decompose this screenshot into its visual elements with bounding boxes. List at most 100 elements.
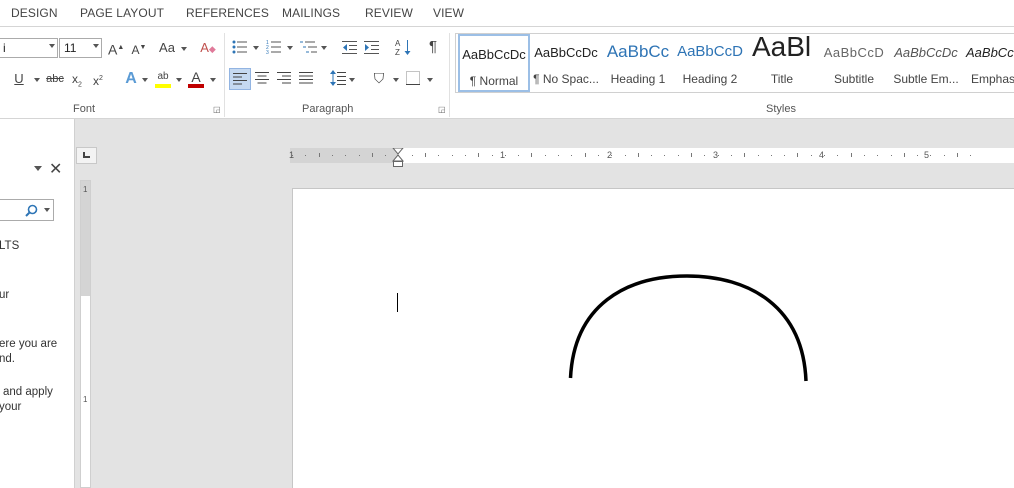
style-heading-2[interactable]: AaBbCcD Heading 2: [674, 34, 746, 92]
ruler-tick: [837, 155, 839, 156]
shading-icon[interactable]: ⛉: [370, 68, 388, 88]
align-center-icon[interactable]: [255, 72, 269, 84]
show-formatting-marks-icon[interactable]: ¶: [426, 37, 440, 57]
style-name: ¶ No Spac...: [533, 72, 599, 86]
align-right-icon[interactable]: [277, 72, 291, 84]
style-preview: AaBbCcDc: [462, 47, 526, 62]
borders-icon[interactable]: [406, 71, 420, 85]
grow-font-icon[interactable]: A▲: [108, 38, 124, 58]
tab-selector-button[interactable]: [76, 147, 97, 164]
svg-text:A: A: [395, 39, 401, 48]
style-name: Subtle Em...: [893, 72, 959, 86]
chevron-down-icon[interactable]: [349, 78, 355, 82]
style-name: Emphas: [971, 72, 1014, 86]
word-window: DESIGN PAGE LAYOUT REFERENCES MAILINGS R…: [0, 0, 1014, 488]
superscript-icon[interactable]: x2: [91, 69, 105, 89]
ruler-margin: [81, 181, 90, 296]
style-title[interactable]: AaBl Title: [746, 34, 818, 92]
chevron-down-icon[interactable]: [181, 47, 187, 51]
chevron-down-icon[interactable]: [321, 46, 327, 50]
ruler-tick: [757, 155, 759, 156]
clear-formatting-icon[interactable]: A◆: [199, 38, 217, 58]
decrease-indent-icon[interactable]: [342, 40, 358, 54]
ruler-tick: [890, 155, 892, 156]
ruler-tick: [438, 155, 440, 156]
indent-marker-icon[interactable]: [392, 148, 404, 168]
style-preview: AaBbCcD: [677, 43, 743, 60]
group-divider: [449, 33, 450, 117]
ruler-tick: [464, 155, 466, 156]
bullets-icon[interactable]: [232, 40, 248, 54]
tab-mailings[interactable]: MAILINGS: [282, 6, 340, 20]
subscript-icon[interactable]: x2: [70, 69, 84, 89]
shrink-font-icon[interactable]: A▼: [131, 38, 147, 58]
arc-shape[interactable]: [560, 265, 820, 390]
align-left-button[interactable]: [229, 68, 251, 90]
chevron-down-icon[interactable]: [210, 78, 216, 82]
ruler-tick: [903, 153, 905, 157]
font-size-combo[interactable]: 11: [59, 38, 102, 58]
search-input[interactable]: [0, 199, 54, 221]
style-heading-1[interactable]: AaBbCc Heading 1: [602, 34, 674, 92]
close-icon[interactable]: ✕: [49, 159, 62, 179]
dialog-launcher-icon[interactable]: ◲: [213, 106, 221, 114]
chevron-down-icon[interactable]: [34, 78, 40, 82]
pane-options-icon[interactable]: [34, 166, 42, 171]
style-preview: AaBbCcDc: [894, 45, 958, 60]
chevron-down-icon[interactable]: [44, 208, 50, 212]
tab-page-layout[interactable]: PAGE LAYOUT: [80, 6, 164, 20]
nav-text-line: ere you are: [0, 338, 58, 350]
ruler-tick: [504, 155, 506, 156]
style-preview: AaBbCc: [606, 42, 670, 61]
style-emphasis[interactable]: AaBbCc Emphas: [962, 34, 1014, 92]
ruler-tick: [637, 153, 639, 157]
ruler-tick: [451, 155, 453, 156]
multilevel-list-icon[interactable]: [300, 40, 318, 54]
bold-icon[interactable]: [0, 69, 8, 89]
tab-review[interactable]: REVIEW: [365, 6, 413, 20]
tab-view[interactable]: VIEW: [433, 6, 464, 20]
ruler-tick: [518, 155, 520, 156]
style-subtle-emphasis[interactable]: AaBbCcDc Subtle Em...: [890, 34, 962, 92]
text-effects-icon[interactable]: A: [123, 69, 139, 89]
chevron-down-icon[interactable]: [427, 78, 433, 82]
change-case-icon[interactable]: Aa: [157, 38, 177, 58]
dialog-launcher-icon[interactable]: ◲: [438, 106, 446, 114]
ruler-tick: [597, 155, 599, 156]
style-normal[interactable]: AaBbCcDc ¶ Normal: [458, 34, 530, 92]
numbering-icon[interactable]: 1 2 3: [266, 40, 282, 54]
chevron-down-icon[interactable]: [253, 46, 259, 50]
underline-icon[interactable]: U: [12, 69, 26, 89]
font-name-combo[interactable]: i: [0, 38, 58, 58]
chevron-down-icon[interactable]: [287, 46, 293, 50]
style-name: Title: [770, 72, 794, 86]
vertical-ruler[interactable]: 1 1: [80, 180, 91, 488]
tab-design[interactable]: DESIGN: [11, 6, 58, 20]
ruler-tick: [717, 155, 719, 156]
ruler-tick: [770, 155, 772, 156]
search-icon: [25, 204, 38, 217]
ruler-tick: [531, 153, 533, 157]
horizontal-ruler[interactable]: 1 1 2 3 4 5: [289, 148, 1014, 167]
ruler-tick: [664, 155, 666, 156]
style-no-spacing[interactable]: AaBbCcDc ¶ No Spac...: [530, 34, 602, 92]
increase-indent-icon[interactable]: [364, 40, 380, 54]
tab-references[interactable]: REFERENCES: [186, 6, 269, 20]
chevron-down-icon[interactable]: [142, 78, 148, 82]
strikethrough-icon[interactable]: abc: [45, 69, 65, 89]
style-subtitle[interactable]: AaBbCcD Subtitle: [818, 34, 890, 92]
nav-text-line: your: [0, 401, 22, 413]
nav-text-line: LTS: [0, 240, 20, 252]
line-spacing-icon[interactable]: [330, 70, 346, 86]
style-name: Heading 2: [682, 72, 738, 86]
chevron-down-icon[interactable]: [393, 78, 399, 82]
group-divider: [224, 33, 225, 117]
ruler-tick: [930, 155, 932, 156]
ruler-tick: [797, 153, 799, 157]
chevron-down-icon[interactable]: [176, 78, 182, 82]
sort-icon[interactable]: A Z: [395, 38, 411, 56]
ruler-tick: [970, 155, 972, 156]
ruler-number: 1: [83, 395, 88, 404]
style-preview: AaBbCcD: [823, 45, 885, 60]
justify-icon[interactable]: [299, 72, 313, 84]
